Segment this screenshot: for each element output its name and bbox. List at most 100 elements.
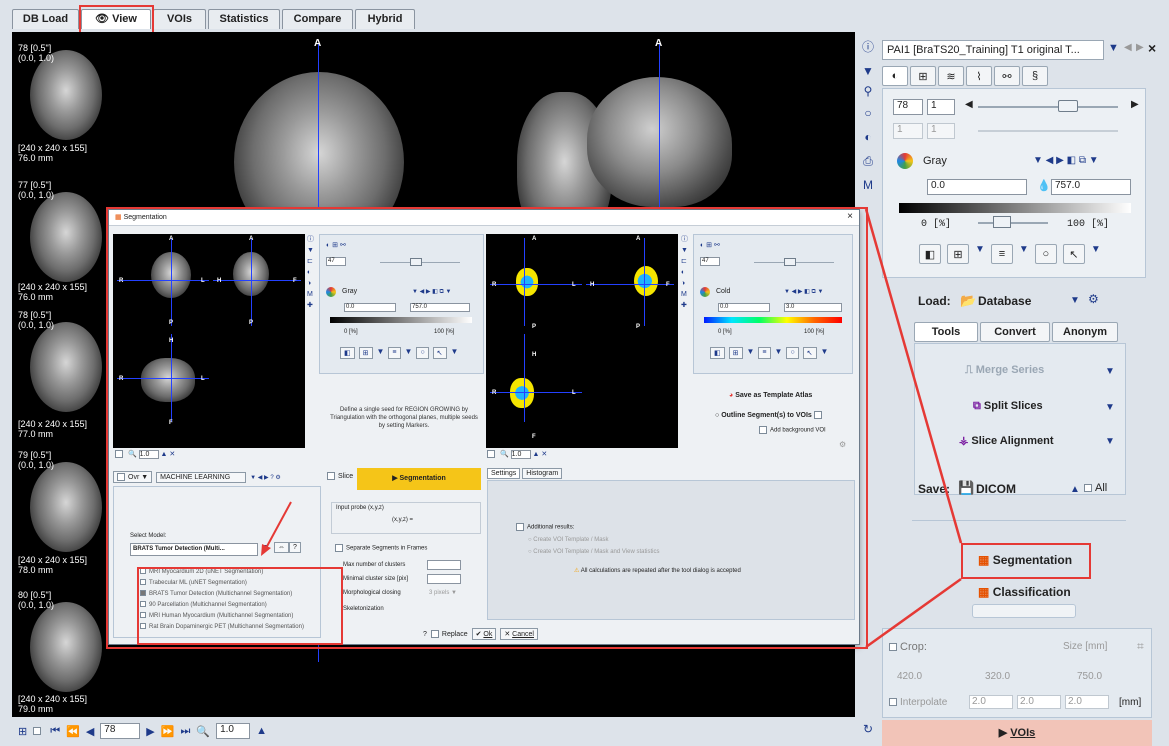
layout-icon[interactable]: ⊞ bbox=[947, 244, 969, 264]
slice-alignment-button[interactable]: ⚶ Slice Alignment bbox=[959, 434, 1054, 447]
triangle-up-icon[interactable]: ▲ bbox=[1070, 484, 1080, 495]
seg-max-field[interactable]: 757.0 bbox=[410, 303, 470, 312]
zoom-input[interactable]: 1.0 bbox=[216, 723, 251, 739]
palette-icon[interactable] bbox=[897, 153, 913, 169]
fast-forward-icon[interactable]: ⏩ bbox=[161, 725, 175, 738]
run-segmentation-button[interactable]: ▶ Segmentation bbox=[357, 468, 481, 490]
triangle-down-icon[interactable]: ▼ bbox=[861, 64, 875, 78]
max-clusters-input[interactable] bbox=[427, 560, 461, 570]
min-field[interactable]: 0.0 bbox=[927, 179, 1027, 195]
series-selector[interactable]: PAI1 [BraTS20_Training] T1 original T... bbox=[882, 40, 1104, 60]
seg-min-field[interactable]: 0.0 bbox=[718, 303, 770, 312]
filter-icon[interactable]: ⚲ bbox=[861, 84, 875, 98]
layout-icon[interactable]: ⊞ bbox=[18, 725, 27, 738]
close-icon[interactable]: × bbox=[847, 211, 853, 222]
outline-option[interactable]: ○ Outline Segment(s) to VOIs bbox=[715, 411, 825, 419]
thumbnail-brain[interactable] bbox=[30, 462, 102, 552]
max-field[interactable]: 757.0 bbox=[1051, 179, 1131, 195]
seg-left-viewer[interactable]: A A R L H F P P H R L F bbox=[113, 234, 305, 448]
thumbnail-brain[interactable] bbox=[30, 192, 102, 282]
vois-button[interactable]: ▶ VOIs bbox=[882, 720, 1152, 746]
slice-slider-thumb[interactable] bbox=[1058, 100, 1078, 112]
zoom-icon[interactable]: 🔍 bbox=[196, 725, 210, 738]
print-icon[interactable]: ⎙ bbox=[861, 154, 875, 168]
grid-tab-icon[interactable]: ⊞ bbox=[910, 66, 936, 86]
thumbnail-brain[interactable] bbox=[30, 50, 102, 140]
model-item[interactable]: Trabecular ML (uNET Segmentation) bbox=[140, 578, 304, 589]
colortable-label[interactable]: Gray bbox=[923, 155, 947, 167]
save-format[interactable]: DICOM bbox=[976, 482, 1016, 496]
colortable-controls[interactable]: ▼ ◀ ▶ ◧ ⧉ ▼ bbox=[412, 288, 451, 296]
pixels-select[interactable]: 3 pixels ▼ bbox=[429, 590, 457, 596]
classification-button[interactable]: ▦ Classification bbox=[978, 585, 1071, 599]
text-tab-icon[interactable]: § bbox=[1022, 66, 1048, 86]
thumbnail-brain[interactable] bbox=[30, 322, 102, 412]
prev-icon[interactable]: ◀ bbox=[965, 99, 973, 110]
crop-value[interactable]: 750.0 bbox=[1077, 671, 1102, 682]
tab-statistics[interactable]: Statistics bbox=[208, 9, 280, 29]
fast-back-icon[interactable]: ⏪ bbox=[66, 725, 80, 738]
min-cluster-input[interactable] bbox=[427, 574, 461, 584]
create-voi-radio[interactable]: ○ Create VOI Template / Mask bbox=[528, 537, 609, 543]
tab-convert[interactable]: Convert bbox=[980, 322, 1050, 342]
frame-slider-track[interactable] bbox=[978, 130, 1118, 132]
chart-tab-icon[interactable]: ⌇ bbox=[966, 66, 992, 86]
interp-field[interactable]: 2.0 bbox=[969, 695, 1013, 709]
triangle-up-icon[interactable]: ▲ bbox=[256, 725, 267, 737]
seg-slice-thumb[interactable] bbox=[784, 258, 796, 266]
model-item[interactable]: Rat Brain Dopaminergic PET (Multichannel… bbox=[140, 622, 304, 633]
frame-field[interactable]: 1 bbox=[927, 99, 955, 115]
blend-icon[interactable]: ◧ bbox=[919, 244, 941, 264]
ok-button[interactable]: ✔ Ok bbox=[471, 628, 497, 640]
pct-thumb[interactable] bbox=[993, 216, 1011, 228]
model-item[interactable]: MRI Human Myocardium (Multichannel Segme… bbox=[140, 611, 304, 622]
model-item[interactable]: MRI Myocardium 2D (uNET Segmentation) bbox=[140, 567, 304, 578]
m-icon[interactable]: M bbox=[861, 178, 875, 192]
slice-slider-track[interactable] bbox=[978, 106, 1118, 108]
crop-icon[interactable]: ⌗ bbox=[1137, 639, 1144, 654]
prev-series-icon[interactable]: ◀ bbox=[1124, 42, 1132, 53]
settings-icon[interactable]: ⚙ bbox=[839, 440, 846, 449]
dropdown-icon[interactable]: ▼ bbox=[1105, 402, 1115, 413]
info-icon[interactable]: ⓘ bbox=[861, 40, 875, 54]
seg-tabs[interactable]: ◐ ⊞ ⚯ bbox=[700, 241, 720, 249]
palette-icon[interactable] bbox=[700, 287, 710, 297]
dropdown-icon[interactable]: ▼ bbox=[1019, 244, 1029, 264]
seg-max-field[interactable]: 3.0 bbox=[784, 303, 842, 312]
tab-vois[interactable]: VOIs bbox=[153, 9, 206, 29]
contrast-icon[interactable]: ◐ bbox=[861, 130, 875, 144]
model-item[interactable]: 90 Parcellation (Multichannel Segmentati… bbox=[140, 600, 304, 611]
colortable-dropdown-icon[interactable]: ▼ ◀ ▶ ◧ ⧉ ▼ bbox=[1033, 155, 1099, 166]
tab-anonym[interactable]: Anonym bbox=[1052, 322, 1118, 342]
create-voi-stats-radio[interactable]: ○ Create VOI Template / Mask and View st… bbox=[528, 549, 659, 555]
additional-checkbox[interactable]: Additional results: bbox=[516, 523, 574, 531]
sync-icon[interactable]: ↻ bbox=[861, 722, 875, 736]
seg-slice-field[interactable]: 47 bbox=[700, 257, 720, 266]
tab-compare[interactable]: Compare bbox=[282, 9, 353, 29]
filter-tab-icon[interactable]: ≋ bbox=[938, 66, 964, 86]
seg-right-viewer[interactable]: A A R L H F P P H R L F bbox=[486, 234, 678, 448]
tab-histogram[interactable]: Histogram bbox=[522, 468, 563, 479]
seg-colortable[interactable]: Gray bbox=[342, 288, 357, 295]
save-atlas-button[interactable]: ◕ Save as Template Atlas bbox=[729, 392, 812, 399]
split-slices-button[interactable]: ⧉ Split Slices bbox=[973, 400, 1043, 413]
dim-field[interactable]: 1 bbox=[927, 123, 955, 139]
tab-tools[interactable]: Tools bbox=[914, 322, 978, 342]
slice-input[interactable]: 78 bbox=[100, 723, 141, 739]
list-icon[interactable]: ≡ bbox=[990, 244, 1013, 264]
dropdown-icon[interactable]: ▼ bbox=[1105, 436, 1115, 447]
dropdown-icon[interactable]: ▼ bbox=[1108, 42, 1119, 54]
next-series-icon[interactable]: ▶ bbox=[1136, 42, 1144, 53]
dropdown-icon[interactable]: ▼ bbox=[1105, 366, 1115, 377]
crop-value[interactable]: 420.0 bbox=[897, 671, 922, 682]
dropdown-icon[interactable]: ▼ bbox=[1091, 244, 1101, 264]
method-controls[interactable]: ▼ ◀ ▶ ? ⚙ bbox=[250, 474, 281, 481]
tab-settings[interactable]: Settings bbox=[487, 468, 521, 479]
add-background-checkbox[interactable]: Add background VOI bbox=[759, 426, 826, 434]
load-source[interactable]: Database bbox=[978, 294, 1031, 308]
next-icon[interactable]: ▶ bbox=[1131, 99, 1139, 110]
seg-display-buttons[interactable]: ◧ ⊞ ▼ ≡ ▼ ○ ↖ ▼ bbox=[340, 347, 458, 359]
last-icon[interactable]: ⏭ bbox=[180, 725, 190, 738]
ovr-button[interactable]: Ovr ▼ bbox=[113, 471, 153, 483]
model-dropdown[interactable]: BRATS Tumor Detection (Multi... bbox=[130, 543, 258, 556]
